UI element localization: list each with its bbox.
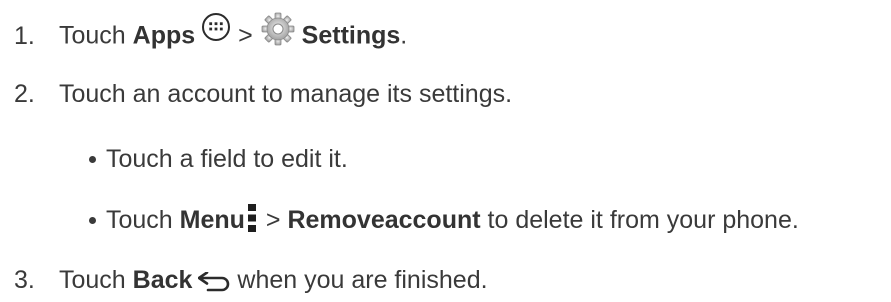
bullet-dot (89, 156, 96, 163)
menu-dots-icon (245, 203, 259, 233)
bullet-text: Touch a field to edit it. (106, 145, 348, 173)
step-suffix: when you are finished. (230, 266, 488, 294)
settings-label: Settings (301, 21, 401, 50)
step-number: 2. (14, 80, 35, 108)
step-3: 3. Touch Back when you are finished. (14, 265, 488, 295)
step-text: Touch (59, 21, 133, 50)
bullet-dot (89, 217, 96, 224)
step-separator: > (231, 21, 260, 50)
step-text: Touch (59, 266, 133, 294)
step-suffix: . (400, 21, 408, 50)
bullet-suffix: to delete it from your phone. (480, 206, 799, 234)
step-1: 1. Touch Apps > Settings. (14, 12, 408, 50)
step-2: 2. Touch an account to manage its setting… (14, 79, 512, 109)
apps-icon (201, 12, 231, 42)
bullet-separator: > (258, 206, 288, 234)
menu-label: Menu (179, 206, 245, 234)
bullet-text: Touch (106, 206, 180, 234)
step-number: 3. (14, 266, 35, 294)
apps-label: Apps (132, 21, 196, 50)
settings-gear-icon (260, 11, 296, 47)
step-text: Touch an account to manage its settings. (59, 80, 513, 108)
step-number: 1. (14, 21, 35, 50)
back-arrow-icon (198, 269, 230, 292)
remove-account-label: Removeaccount (287, 206, 481, 234)
sub-bullet-1: Touch a field to edit it. (89, 144, 348, 174)
sub-bullet-2: Touch Menu > Removeaccount to delete it … (89, 203, 799, 235)
back-label: Back (132, 266, 193, 294)
